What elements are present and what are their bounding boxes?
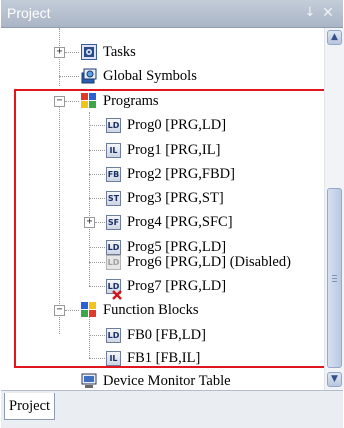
tree-item-global-symbols[interactable]: Global Symbols [1, 65, 323, 87]
pin-icon[interactable]: ↓ [301, 3, 319, 23]
grip-line [332, 281, 337, 282]
tab-strip: Project [1, 390, 343, 428]
tab-project[interactable]: Project [4, 393, 56, 420]
scroll-thumb[interactable] [327, 188, 342, 368]
selection-highlight-box [14, 89, 326, 368]
tree-item-device-monitor-table[interactable]: Device Monitor Table [1, 370, 323, 390]
global-symbols-icon [81, 68, 97, 84]
close-icon[interactable]: ✕ [319, 3, 337, 23]
panel-title: Project [7, 5, 51, 21]
tree-item-label: Device Monitor Table [103, 373, 231, 389]
scroll-up-icon[interactable]: ▲ [327, 30, 342, 45]
project-panel: Project ↓ ✕ + Tasks Global Symbols − Pro… [1, 0, 344, 428]
vertical-scrollbar[interactable]: ▲ ▼ [324, 28, 344, 390]
device-monitor-icon [81, 373, 97, 389]
tree-item-label: Global Symbols [103, 68, 197, 84]
scroll-down-icon[interactable]: ▼ [327, 372, 342, 387]
tree-item-label: Tasks [103, 44, 136, 60]
grip-line [332, 278, 337, 279]
grip-line [332, 275, 337, 276]
tree-item-tasks[interactable]: + Tasks [1, 41, 323, 63]
tasks-icon [81, 44, 97, 60]
expand-toggle[interactable]: + [54, 47, 65, 58]
panel-titlebar: Project ↓ ✕ [1, 0, 343, 28]
